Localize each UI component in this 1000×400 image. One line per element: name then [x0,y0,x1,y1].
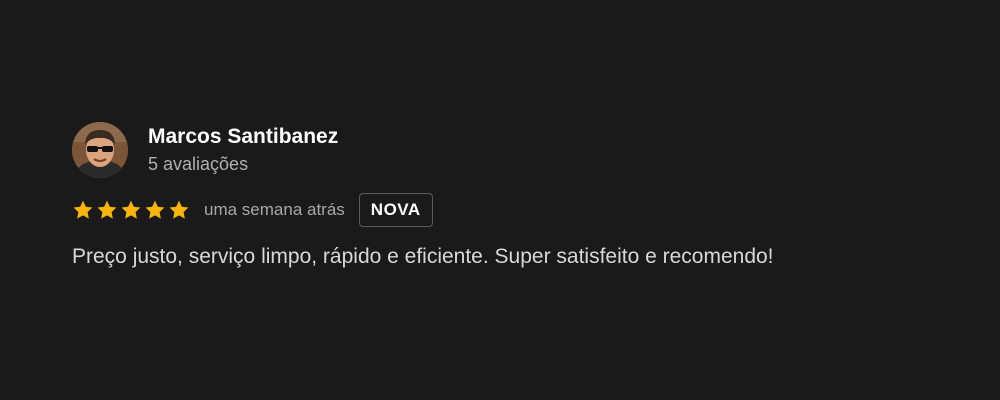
star-rating [72,199,190,221]
author-review-count: 5 avaliações [148,153,249,174]
avatar[interactable] [72,122,128,178]
star-icon [120,199,142,221]
review-author-row: Marcos Santibanez 5 avaliações [72,122,952,178]
review-text: Preço justo, serviço limpo, rápido e efi… [72,245,774,268]
avatar-photo-icon [72,122,128,178]
star-icon [168,199,190,221]
review-time: uma semana atrás [204,200,345,219]
review-card: Marcos Santibanez 5 avaliações uma seman… [72,122,952,272]
author-info: Marcos Santibanez 5 avaliações [148,123,338,176]
star-icon [96,199,118,221]
new-badge: NOVA [358,193,433,227]
review-meta-row: uma semana atrás NOVA [72,192,952,228]
author-name[interactable]: Marcos Santibanez [148,123,338,151]
star-icon [72,199,94,221]
star-icon [144,199,166,221]
